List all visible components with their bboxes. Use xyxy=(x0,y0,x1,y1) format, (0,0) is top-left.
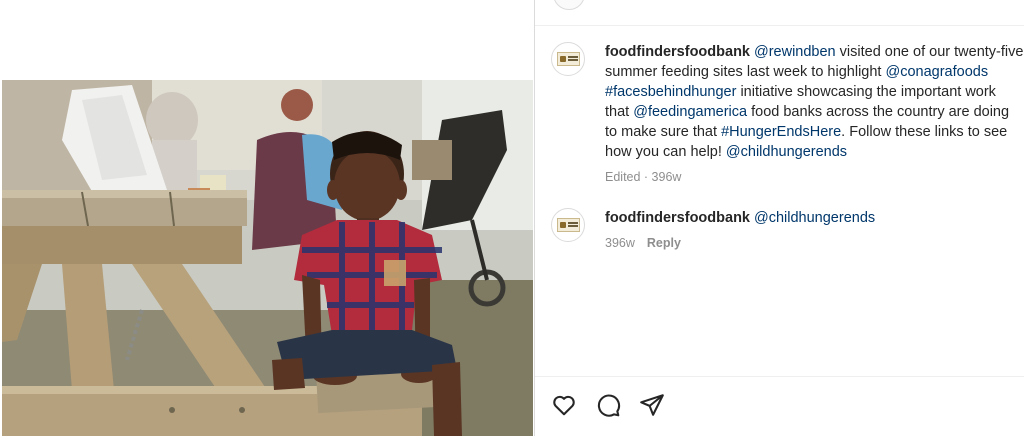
comment-mention-link[interactable]: @childhungerends xyxy=(754,210,875,226)
comments-panel: foodfindersfoodbank @rewindben visited on… xyxy=(534,0,1024,436)
post-page: foodfindersfoodbank @rewindben visited on… xyxy=(0,0,1024,436)
header-avatar[interactable] xyxy=(553,0,585,10)
action-bar xyxy=(551,392,665,418)
caption-comment: foodfindersfoodbank @rewindben visited on… xyxy=(551,42,1024,184)
mention-link[interactable]: @childhungerends xyxy=(726,144,847,160)
caption-text-segment: how you can help! xyxy=(605,144,726,160)
caption-line: to make sure that #HungerEndsHere. Follo… xyxy=(605,122,1024,142)
foodbank-logo-icon xyxy=(557,52,580,66)
caption-line: foodfindersfoodbank @rewindben visited on… xyxy=(605,42,1024,62)
mention-link[interactable]: @conagrafoods xyxy=(885,64,988,80)
caption-text-segment: summer feeding sites last week to highli… xyxy=(605,64,886,80)
heart-icon[interactable] xyxy=(551,392,577,418)
caption-text-segment: that xyxy=(605,104,634,120)
comment-body: foodfindersfoodbank @childhungerends 396w… xyxy=(605,208,1024,250)
action-divider xyxy=(535,376,1024,377)
caption-body: foodfindersfoodbank @rewindben visited on… xyxy=(605,42,1024,184)
caption-line: #facesbehindhunger initiative showcasing… xyxy=(605,82,1024,102)
mention-link[interactable]: #facesbehindhunger xyxy=(605,84,736,100)
reply-button[interactable]: Reply xyxy=(647,236,681,250)
comment-item: foodfindersfoodbank @childhungerends 396w… xyxy=(551,208,1024,250)
mention-link[interactable]: #HungerEndsHere xyxy=(721,124,841,140)
foodbank-logo-icon xyxy=(557,218,580,232)
comment-icon[interactable] xyxy=(595,392,621,418)
caption-line: that @feedingamerica food banks across t… xyxy=(605,102,1024,122)
comment-text: foodfindersfoodbank @childhungerends xyxy=(605,208,1024,228)
comment-timestamp[interactable]: 396w xyxy=(605,236,635,250)
mention-link[interactable]: @rewindben xyxy=(754,44,836,60)
caption-timestamp[interactable]: Edited · 396w xyxy=(605,170,681,184)
media-area xyxy=(0,0,534,436)
comment-username[interactable]: foodfindersfoodbank xyxy=(605,210,750,226)
comment-meta: 396w Reply xyxy=(605,236,1024,250)
caption-meta: Edited · 396w xyxy=(605,170,1024,184)
caption-text-segment: to make sure that xyxy=(605,124,722,140)
caption-line: summer feeding sites last week to highli… xyxy=(605,62,1024,82)
avatar[interactable] xyxy=(551,42,585,76)
caption-line: how you can help! @childhungerends xyxy=(605,142,1024,162)
caption-text-segment: food banks across the country are doing xyxy=(747,104,1010,120)
caption-text-segment: . Follow these links to see xyxy=(841,124,1008,140)
caption-username[interactable]: foodfindersfoodbank xyxy=(605,44,750,60)
caption-text-segment: initiative showcasing the important work xyxy=(736,84,996,100)
caption-text-segment: visited one of our twenty-five xyxy=(835,44,1024,60)
caption-text: foodfindersfoodbank @rewindben visited on… xyxy=(605,42,1024,162)
share-icon[interactable] xyxy=(639,392,665,418)
post-header-strip xyxy=(535,0,1024,26)
avatar[interactable] xyxy=(551,208,585,242)
mention-link[interactable]: @feedingamerica xyxy=(633,104,747,120)
photo-illustration xyxy=(2,80,533,436)
post-photo[interactable] xyxy=(2,80,533,436)
